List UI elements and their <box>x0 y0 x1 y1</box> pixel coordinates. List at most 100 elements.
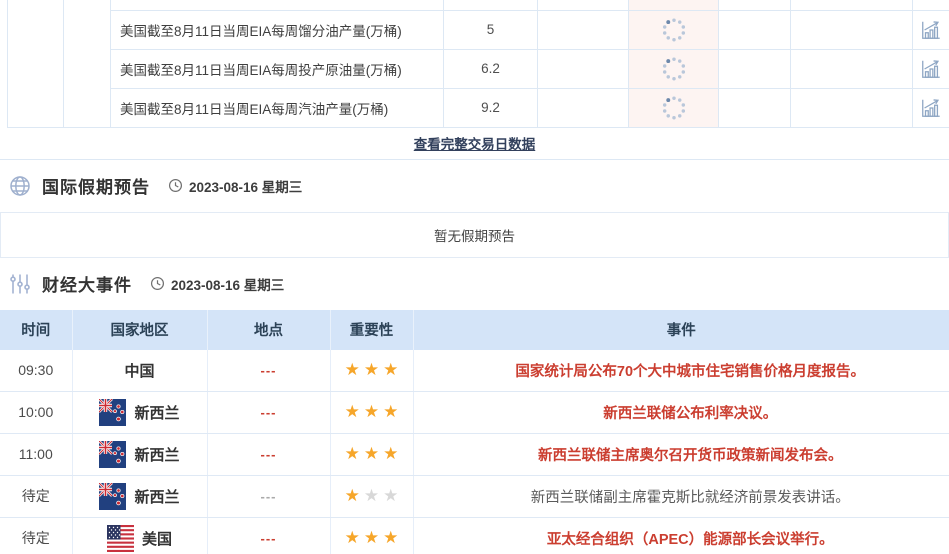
indicator-name: 美国截至8月11日当周EIA每周馏分油产量(万桶) <box>110 9 444 50</box>
event-row: 11:00 新西兰 --- ★ ★ ★ 新西兰联储主席奥尔召开货币政策新闻发布会… <box>0 433 949 476</box>
event-country-cell: 美国 <box>72 517 208 554</box>
loading-spinner-icon <box>662 96 685 119</box>
globe-icon <box>10 175 30 196</box>
event-description: 新西兰联储主席奥尔召开货币政策新闻发布会。 <box>413 433 949 476</box>
empty-cell <box>537 48 629 89</box>
star-icon: ★ <box>344 486 360 505</box>
star-icon: ★ <box>383 486 399 505</box>
indicator-value: 9.2 <box>443 87 538 128</box>
loading-spinner-icon <box>662 57 685 80</box>
table-row: 美国截至8月11日当周EIA每周馏分油产量(万桶) 5 <box>8 9 949 50</box>
empty-cell <box>7 0 64 128</box>
section-title: 财经大事件 <box>42 276 132 295</box>
loading-spinner-icon <box>662 18 685 41</box>
events-table: 时间 国家地区 地点 重要性 事件 09:30 中国 --- ★ ★ ★ 国家统… <box>0 309 949 554</box>
empty-cell <box>790 87 913 128</box>
event-row: 10:00 新西兰 --- ★ ★ ★ 新西兰联储公布利率决议。 <box>0 391 949 434</box>
event-location: --- <box>207 349 331 392</box>
country-flag-icon <box>99 399 126 426</box>
bar-chart-trend-icon[interactable] <box>920 19 942 41</box>
event-importance: ★ ★ ★ <box>330 349 414 392</box>
section-title: 国际假期预告 <box>42 178 150 197</box>
country-name: 新西兰 <box>134 488 180 506</box>
country-flag-icon <box>107 525 134 552</box>
chart-action-cell <box>912 9 949 50</box>
bar-chart-trend-icon[interactable] <box>920 97 942 119</box>
col-header-country: 国家地区 <box>72 309 208 350</box>
event-importance: ★ ★ ★ <box>330 517 414 554</box>
event-row: 09:30 中国 --- ★ ★ ★ 国家统计局公布70个大中城市住宅销售价格月… <box>0 349 949 392</box>
bar-chart-trend-icon[interactable] <box>920 58 942 80</box>
star-icon: ★ <box>383 528 399 547</box>
pending-value-cell <box>628 9 719 50</box>
col-header-event: 事件 <box>413 309 949 350</box>
country-name: 新西兰 <box>134 446 180 464</box>
table-row: 美国截至8月11日当周EIA每周投产原油量(万桶) 6.2 <box>8 48 949 89</box>
event-time: 待定 <box>0 475 73 518</box>
holiday-empty-message: 暂无假期预告 <box>434 228 515 244</box>
event-description: 新西兰联储副主席霍克斯比就经济前景发表讲话。 <box>413 475 949 518</box>
star-icon: ★ <box>363 402 380 421</box>
event-location: --- <box>207 475 331 518</box>
event-country-cell: 新西兰 <box>72 475 208 518</box>
event-country-cell: 中国 <box>72 349 208 392</box>
clock-icon <box>150 276 165 291</box>
events-table-header: 时间 国家地区 地点 重要性 事件 <box>0 309 949 350</box>
col-header-importance: 重要性 <box>330 309 414 350</box>
event-row: 待定 <box>0 475 949 518</box>
empty-cell <box>790 48 913 89</box>
col-header-time: 时间 <box>0 309 73 350</box>
event-importance: ★ ★ ★ <box>330 433 414 476</box>
col-header-location: 地点 <box>207 309 331 350</box>
country-name: 新西兰 <box>134 404 180 422</box>
star-icon: ★ <box>344 402 360 421</box>
event-row: 待定 <box>0 517 949 554</box>
star-icon: ★ <box>383 402 399 421</box>
empty-cell <box>537 9 629 50</box>
chart-action-cell <box>912 87 949 128</box>
star-icon: ★ <box>363 528 380 547</box>
section-date: 2023-08-16 星期三 <box>150 274 284 294</box>
star-icon: ★ <box>383 360 399 379</box>
star-icon: ★ <box>363 360 380 379</box>
event-importance: ★ ★ ★ <box>330 391 414 434</box>
star-icon: ★ <box>363 486 380 505</box>
event-time: 待定 <box>0 517 73 554</box>
empty-cell <box>718 9 791 50</box>
star-icon: ★ <box>344 444 360 463</box>
event-time: 09:30 <box>0 349 73 392</box>
empty-cell <box>718 87 791 128</box>
indicator-value: 6.2 <box>443 48 538 89</box>
clock-icon <box>168 178 183 193</box>
event-time: 10:00 <box>0 391 73 434</box>
country-name: 美国 <box>141 530 172 548</box>
chart-action-cell <box>912 48 949 89</box>
star-icon: ★ <box>383 444 399 463</box>
events-section-header: 财经大事件 2023-08-16 星期三 <box>0 258 949 310</box>
section-date: 2023-08-16 星期三 <box>168 176 302 196</box>
view-full-trading-data-link[interactable]: 查看完整交易日数据 <box>414 133 536 153</box>
event-location: --- <box>207 433 331 476</box>
economic-data-table: 美国截至8月11日当周EIA每周馏分油产量(万桶) 5 美国截至8月11日当周E… <box>7 0 949 128</box>
indicator-name: 美国截至8月11日当周EIA每周汽油产量(万桶) <box>110 87 444 128</box>
event-time: 11:00 <box>0 433 73 476</box>
event-importance: ★ ★ ★ <box>330 475 414 518</box>
empty-cell <box>718 48 791 89</box>
star-icon: ★ <box>344 360 360 379</box>
event-description: 亚太经合组织（APEC）能源部长会议举行。 <box>413 517 949 554</box>
country-flag-icon <box>99 441 126 468</box>
empty-cell <box>63 0 111 128</box>
indicator-name: 美国截至8月11日当周EIA每周投产原油量(万桶) <box>110 48 444 89</box>
holiday-section-header: 国际假期预告 2023-08-16 星期三 <box>0 160 949 212</box>
empty-cell <box>790 9 913 50</box>
event-description: 新西兰联储公布利率决议。 <box>413 391 949 434</box>
empty-cell <box>537 87 629 128</box>
event-country-cell: 新西兰 <box>72 391 208 434</box>
view-all-row: 查看完整交易日数据 <box>0 128 949 160</box>
event-location: --- <box>207 391 331 434</box>
star-icon: ★ <box>344 528 360 547</box>
pending-value-cell <box>628 48 719 89</box>
event-location: --- <box>207 517 331 554</box>
indicator-value: 5 <box>443 9 538 50</box>
table-row: 美国截至8月11日当周EIA每周汽油产量(万桶) 9.2 <box>8 87 949 128</box>
